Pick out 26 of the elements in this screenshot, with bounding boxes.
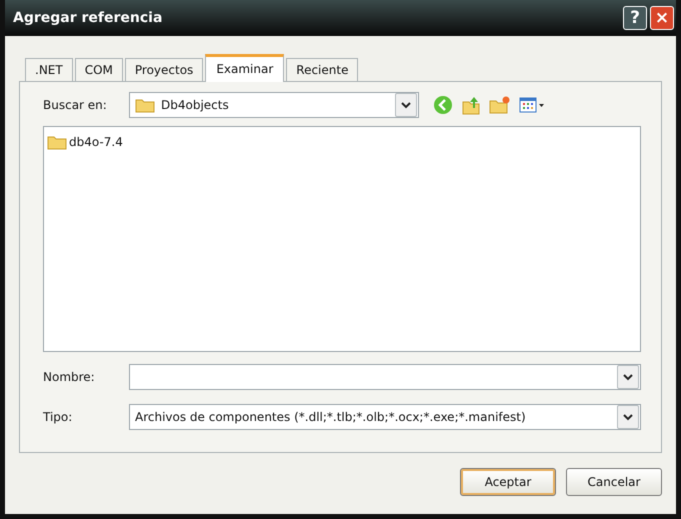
up-folder-icon[interactable] [461,95,481,115]
close-button[interactable]: × [650,6,674,30]
help-button[interactable]: ? [623,6,647,30]
file-name-field[interactable] [129,364,641,390]
file-item[interactable]: db4o-7.4 [46,133,124,151]
caret-icon [623,414,633,420]
tab[interactable]: COM [74,58,123,81]
caret-icon [401,102,411,108]
look-in-dropdown[interactable]: Db4objects [129,92,419,118]
accept-button[interactable]: Aceptar [460,468,556,496]
cancel-button[interactable]: Cancelar [566,468,662,496]
tab[interactable]: .NET [25,58,73,81]
file-type-dropdown[interactable]: Archivos de componentes (*.dll;*.tlb;*.olb;*.ocx;*.exe;*.manifest) [129,404,641,430]
field-label: Tipo: [43,410,74,424]
folder-icon [135,97,155,113]
tab[interactable]: Reciente [286,58,358,81]
field-label: Nombre: [43,370,96,384]
caret-icon [623,374,633,380]
view-menu-icon[interactable] [519,96,545,114]
window-title: Agregar referencia [13,10,164,26]
new-folder-icon[interactable] [489,95,511,115]
back-icon[interactable] [433,95,453,115]
tab[interactable]: Proyectos [124,58,204,81]
folder-icon [47,134,67,150]
tab[interactable]: Examinar [205,54,284,82]
field-label: Buscar en: [43,98,108,112]
